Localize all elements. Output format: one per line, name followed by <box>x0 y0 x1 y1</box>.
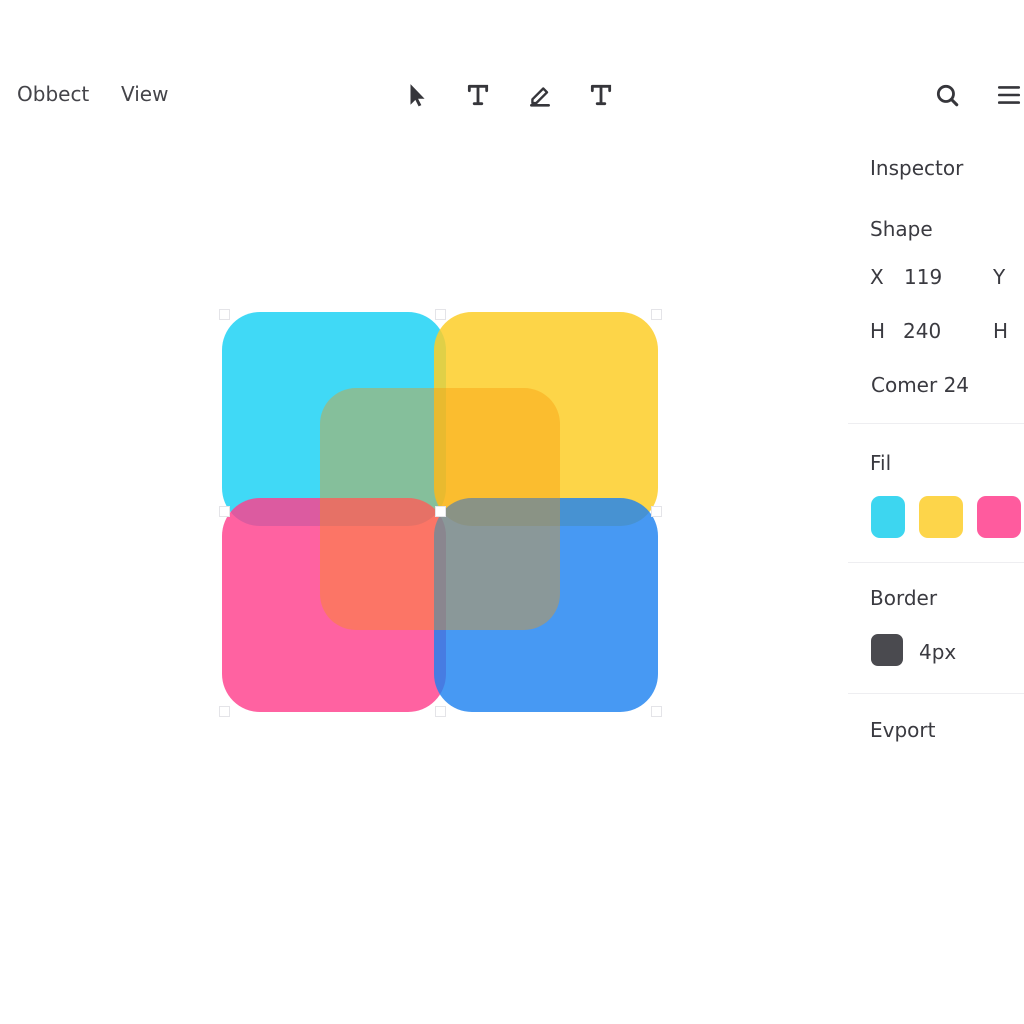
menu-object[interactable]: Obbect <box>17 82 89 106</box>
type-tool-button[interactable] <box>584 78 618 112</box>
pen-tool-button[interactable] <box>523 78 557 112</box>
fill-swatch-yellow[interactable] <box>919 496 963 538</box>
selection-handle-bottom-right[interactable] <box>651 706 662 717</box>
divider <box>848 423 1024 424</box>
x-value[interactable]: 119 <box>904 265 942 289</box>
pointer-icon <box>410 84 425 107</box>
inspector-title: Inspector <box>870 156 964 180</box>
h-label: H <box>870 319 886 343</box>
menu-view[interactable]: View <box>121 82 168 106</box>
search-button[interactable] <box>930 78 964 112</box>
divider <box>848 562 1024 563</box>
menu-icon <box>997 86 1021 104</box>
shape-heading: Shape <box>870 217 933 241</box>
selection-handle-top-right[interactable] <box>651 309 662 320</box>
fill-swatch-pink[interactable] <box>977 496 1021 538</box>
export-heading[interactable]: Evport <box>870 718 935 742</box>
border-heading: Border <box>870 586 938 610</box>
pen-icon <box>530 87 550 107</box>
selection-handle-top-middle[interactable] <box>435 309 446 320</box>
selection-handle-middle-right[interactable] <box>651 506 662 517</box>
h-value[interactable]: 240 <box>903 319 941 343</box>
border-width-value[interactable]: 4px <box>919 640 956 664</box>
selection-handle-bottom-left[interactable] <box>219 706 230 717</box>
fill-swatch-cyan[interactable] <box>871 496 905 538</box>
selection-handle-bottom-middle[interactable] <box>435 706 446 717</box>
selection-handle-top-left[interactable] <box>219 309 230 320</box>
corner-radius-field[interactable]: Comer 24 <box>871 373 969 397</box>
menu-button[interactable] <box>994 78 1024 112</box>
pointer-tool-button[interactable] <box>400 78 434 112</box>
text-tool-button[interactable] <box>461 78 495 112</box>
fill-heading: Fil <box>870 451 892 475</box>
type-icon <box>590 84 612 106</box>
y-label: Y <box>993 265 1006 289</box>
h2-label: H <box>993 319 1009 343</box>
canvas[interactable] <box>200 290 680 730</box>
border-color-swatch[interactable] <box>871 634 903 666</box>
x-label: X <box>870 265 884 289</box>
text-icon <box>467 84 489 106</box>
divider <box>848 693 1024 694</box>
search-icon <box>936 84 959 107</box>
selection-handle-middle-left[interactable] <box>219 506 230 517</box>
selection-handle-center[interactable] <box>435 506 446 517</box>
